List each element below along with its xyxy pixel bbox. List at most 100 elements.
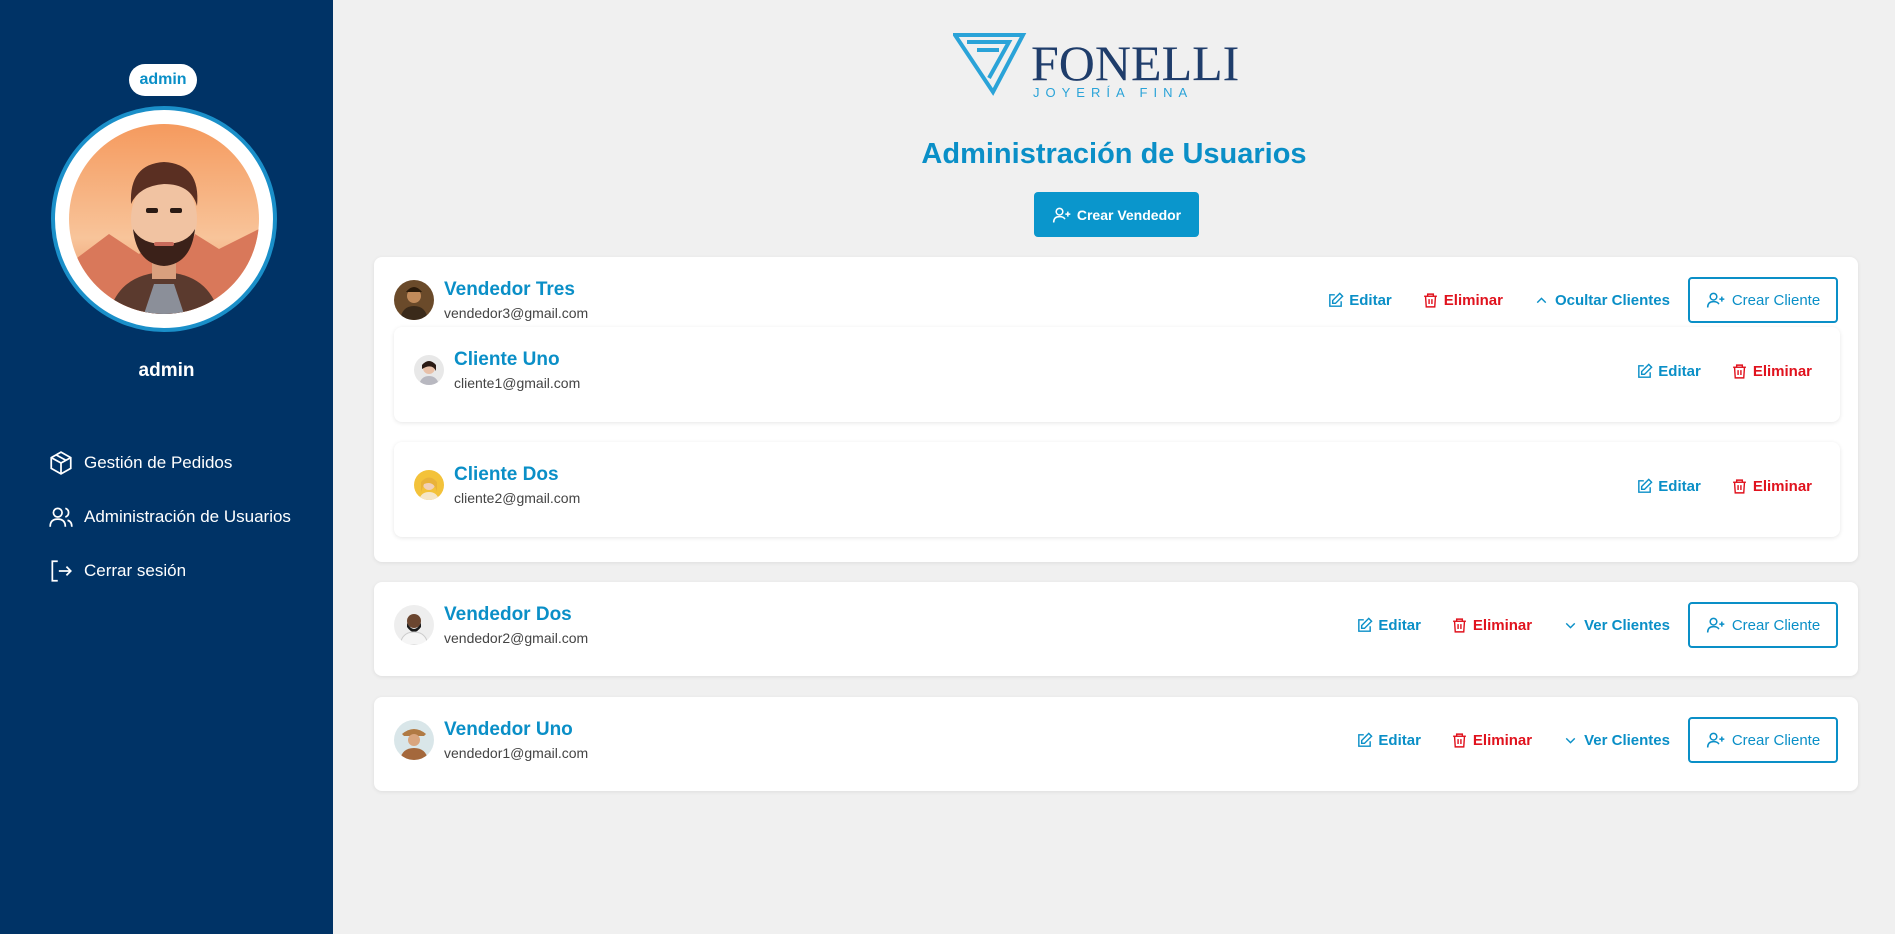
admin-avatar bbox=[51, 106, 277, 332]
create-seller-label: Crear Vendedor bbox=[1076, 206, 1182, 223]
role-badge: admin bbox=[129, 64, 197, 96]
edit-icon bbox=[1358, 616, 1373, 632]
edit-button[interactable]: Editar bbox=[1356, 617, 1421, 634]
seller-card: Vendedor Dos vendedor2@gmail.com Editar … bbox=[374, 582, 1858, 676]
sidebar-item-users[interactable]: Administración de Usuarios bbox=[48, 490, 291, 544]
edit-icon bbox=[1638, 478, 1653, 493]
chevron-up-icon bbox=[1536, 296, 1547, 303]
seller-card: Vendedor Tres vendedor3@gmail.com Editar… bbox=[374, 257, 1858, 562]
avatar bbox=[394, 605, 434, 645]
sidebar: admin admin Gestión de Pedidos Administr… bbox=[0, 0, 333, 934]
delete-button[interactable]: Eliminar bbox=[1731, 478, 1812, 495]
trash-icon bbox=[1423, 292, 1437, 308]
users-icon bbox=[49, 507, 73, 527]
avatar bbox=[414, 470, 444, 500]
create-client-button[interactable]: Crear Cliente bbox=[1688, 602, 1838, 648]
seller-actions: Editar Eliminar Ocultar Clientes Crear C… bbox=[1297, 277, 1838, 323]
delete-button[interactable]: Eliminar bbox=[1422, 292, 1503, 309]
delete-label: Eliminar bbox=[1472, 616, 1533, 634]
svg-text:FONELLI: FONELLI bbox=[1031, 35, 1239, 91]
avatar bbox=[394, 280, 434, 320]
edit-button[interactable]: Editar bbox=[1356, 732, 1421, 749]
trash-icon bbox=[1732, 479, 1746, 494]
create-client-button[interactable]: Crear Cliente bbox=[1688, 277, 1838, 323]
user-plus-icon bbox=[1706, 732, 1725, 748]
sidebar-item-orders[interactable]: Gestión de Pedidos bbox=[48, 436, 291, 490]
delete-label: Eliminar bbox=[1443, 291, 1503, 309]
delete-label: Eliminar bbox=[1752, 478, 1812, 495]
chevron-down-icon bbox=[1565, 622, 1576, 629]
edit-button[interactable]: Editar bbox=[1636, 363, 1701, 380]
hide-clients-label: Ocultar Clientes bbox=[1554, 291, 1670, 309]
seller-email: vendedor2@gmail.com bbox=[444, 630, 589, 646]
sidebar-item-label: Cerrar sesión bbox=[84, 561, 187, 580]
client-actions: Editar Eliminar bbox=[1606, 363, 1812, 380]
seller-name: Vendedor Dos bbox=[444, 604, 572, 625]
seller-actions: Editar Eliminar Ver Clientes Crear Clien… bbox=[1326, 602, 1838, 648]
trash-icon bbox=[1453, 732, 1466, 748]
edit-label: Editar bbox=[1349, 291, 1392, 309]
user-plus-icon bbox=[1706, 292, 1725, 308]
chevron-down-icon bbox=[1565, 737, 1576, 744]
create-client-label: Crear Cliente bbox=[1731, 616, 1821, 634]
show-clients-button[interactable]: Ver Clientes bbox=[1562, 617, 1670, 634]
svg-text:JOYERÍA FINA: JOYERÍA FINA bbox=[1033, 85, 1193, 100]
logout-icon bbox=[51, 560, 72, 582]
seller-email: vendedor3@gmail.com bbox=[444, 305, 589, 321]
edit-label: Editar bbox=[1378, 731, 1421, 749]
create-client-label: Crear Cliente bbox=[1731, 291, 1821, 309]
show-clients-label: Ver Clientes bbox=[1584, 731, 1670, 749]
edit-button[interactable]: Editar bbox=[1327, 292, 1392, 309]
seller-name: Vendedor Uno bbox=[444, 719, 573, 740]
user-plus-icon bbox=[1052, 207, 1071, 223]
sidebar-item-label: Administración de Usuarios bbox=[84, 507, 291, 526]
seller-info: Vendedor Tres vendedor3@gmail.com bbox=[394, 279, 588, 321]
delete-button[interactable]: Eliminar bbox=[1451, 617, 1532, 634]
seller-info: Vendedor Dos vendedor2@gmail.com bbox=[394, 604, 588, 646]
seller-info: Vendedor Uno vendedor1@gmail.com bbox=[394, 719, 588, 761]
create-client-button[interactable]: Crear Cliente bbox=[1688, 717, 1838, 763]
client-name: Cliente Uno bbox=[454, 349, 560, 370]
seller-actions: Editar Eliminar Ver Clientes Crear Clien… bbox=[1326, 717, 1838, 763]
avatar bbox=[394, 720, 434, 760]
client-card: Cliente Dos cliente2@gmail.com Editar El… bbox=[394, 442, 1840, 537]
client-info: Cliente Uno cliente1@gmail.com bbox=[414, 349, 580, 391]
client-name: Cliente Dos bbox=[454, 464, 559, 485]
brand-logo: FONELLI JOYERÍA FINA bbox=[951, 30, 1283, 100]
delete-button[interactable]: Eliminar bbox=[1451, 732, 1532, 749]
page-title: Administración de Usuarios bbox=[921, 138, 1307, 170]
delete-label: Eliminar bbox=[1472, 731, 1533, 749]
edit-icon bbox=[1358, 731, 1373, 747]
seller-card: Vendedor Uno vendedor1@gmail.com Editar … bbox=[374, 697, 1858, 791]
sidebar-username: admin bbox=[138, 360, 195, 381]
client-email: cliente1@gmail.com bbox=[454, 375, 581, 391]
client-info: Cliente Dos cliente2@gmail.com bbox=[414, 464, 580, 506]
seller-email: vendedor1@gmail.com bbox=[444, 745, 589, 761]
package-icon bbox=[50, 451, 72, 475]
client-card: Cliente Uno cliente1@gmail.com Editar El… bbox=[394, 327, 1840, 422]
sidebar-nav: Gestión de Pedidos Administración de Usu… bbox=[48, 436, 291, 598]
hide-clients-button[interactable]: Ocultar Clientes bbox=[1533, 292, 1670, 309]
create-client-label: Crear Cliente bbox=[1731, 731, 1821, 749]
trash-icon bbox=[1732, 364, 1746, 379]
edit-button[interactable]: Editar bbox=[1636, 478, 1701, 495]
show-clients-label: Ver Clientes bbox=[1584, 616, 1670, 634]
edit-icon bbox=[1329, 291, 1344, 307]
avatar bbox=[414, 355, 444, 385]
edit-icon bbox=[1638, 363, 1653, 378]
trash-icon bbox=[1453, 617, 1466, 633]
avatar-illustration bbox=[69, 124, 259, 314]
sidebar-item-logout[interactable]: Cerrar sesión bbox=[48, 544, 291, 598]
seller-name: Vendedor Tres bbox=[444, 279, 575, 300]
edit-label: Editar bbox=[1658, 363, 1701, 380]
client-actions: Editar Eliminar bbox=[1606, 478, 1812, 495]
show-clients-button[interactable]: Ver Clientes bbox=[1562, 732, 1670, 749]
user-plus-icon bbox=[1706, 617, 1725, 633]
edit-label: Editar bbox=[1378, 616, 1421, 634]
delete-label: Eliminar bbox=[1752, 363, 1812, 380]
client-email: cliente2@gmail.com bbox=[454, 490, 581, 506]
create-seller-button[interactable]: Crear Vendedor bbox=[1034, 192, 1199, 237]
delete-button[interactable]: Eliminar bbox=[1731, 363, 1812, 380]
sidebar-item-label: Gestión de Pedidos bbox=[84, 453, 233, 472]
edit-label: Editar bbox=[1658, 478, 1701, 495]
